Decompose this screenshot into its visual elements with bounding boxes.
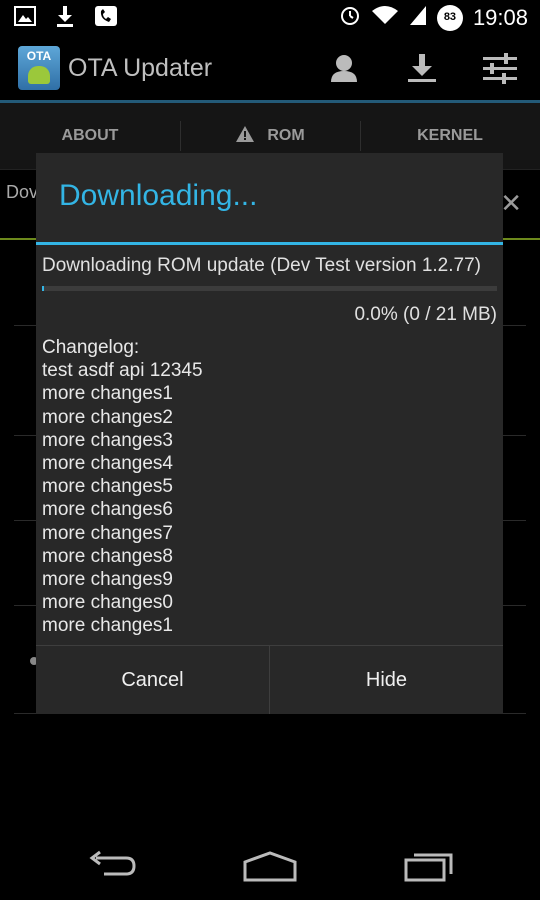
download-dialog: Downloading... Downloading ROM update (D… bbox=[36, 153, 503, 714]
download-message: Downloading ROM update (Dev Test version… bbox=[42, 255, 481, 276]
dialog-title: Downloading... bbox=[59, 179, 258, 212]
changelog-line: more changes7 bbox=[42, 522, 173, 544]
settings-sliders-icon[interactable] bbox=[482, 52, 518, 89]
changelog: Changelog: test asdf api 12345 more change… bbox=[42, 336, 203, 638]
tab-label: ROM bbox=[267, 127, 305, 144]
download-icon bbox=[54, 5, 76, 32]
status-bar: 83 19:08 bbox=[0, 0, 540, 36]
changelog-line: more changes9 bbox=[42, 569, 173, 591]
signal-icon bbox=[409, 4, 427, 31]
changelog-line: more changes1 bbox=[42, 383, 173, 405]
download-icon[interactable] bbox=[405, 52, 439, 89]
changelog-line: more changes4 bbox=[42, 453, 173, 475]
tab-label: ABOUT bbox=[61, 127, 119, 144]
warning-icon bbox=[235, 125, 255, 148]
changelog-line: more changes8 bbox=[42, 545, 173, 567]
close-icon[interactable]: ✕ bbox=[500, 188, 522, 219]
android-robot-icon bbox=[28, 66, 50, 84]
battery-icon: 83 bbox=[436, 4, 463, 31]
background-text: Dov bbox=[6, 182, 39, 202]
progress-fill bbox=[42, 286, 44, 291]
changelog-heading: Changelog: bbox=[42, 337, 140, 358]
dialog-button-bar: Cancel Hide bbox=[36, 645, 503, 714]
image-icon bbox=[14, 5, 36, 32]
hide-button[interactable]: Hide bbox=[269, 646, 503, 714]
missed-call-icon bbox=[94, 5, 118, 32]
download-progress-bar bbox=[42, 286, 497, 291]
clock: 19:08 bbox=[472, 4, 528, 30]
changelog-line: more changes0 bbox=[42, 592, 173, 614]
tab-label: KERNEL bbox=[417, 127, 483, 144]
home-icon[interactable] bbox=[242, 850, 298, 887]
action-bar: OTA OTA Updater bbox=[0, 36, 540, 101]
back-icon[interactable] bbox=[86, 850, 138, 887]
dialog-title-divider bbox=[36, 242, 503, 245]
wifi-icon bbox=[371, 4, 399, 31]
recent-apps-icon[interactable] bbox=[404, 850, 456, 887]
changelog-line: more changes5 bbox=[42, 476, 173, 498]
changelog-line: test asdf api 12345 bbox=[42, 360, 203, 382]
account-icon[interactable] bbox=[328, 52, 360, 89]
navigation-bar bbox=[0, 820, 540, 900]
progress-text: 0.0% (0 / 21 MB) bbox=[354, 304, 497, 325]
changelog-line: more changes2 bbox=[42, 406, 173, 428]
app-title: OTA Updater bbox=[68, 54, 213, 82]
cancel-button[interactable]: Cancel bbox=[36, 646, 269, 714]
battery-level: 83 bbox=[443, 10, 457, 23]
changelog-line: more changes3 bbox=[42, 429, 173, 451]
changelog-line: more changes6 bbox=[42, 499, 173, 521]
app-icon[interactable]: OTA bbox=[18, 46, 60, 90]
app-icon-label: OTA bbox=[26, 49, 52, 63]
alarm-icon bbox=[339, 4, 361, 31]
changelog-line: more changes1 bbox=[42, 615, 173, 637]
